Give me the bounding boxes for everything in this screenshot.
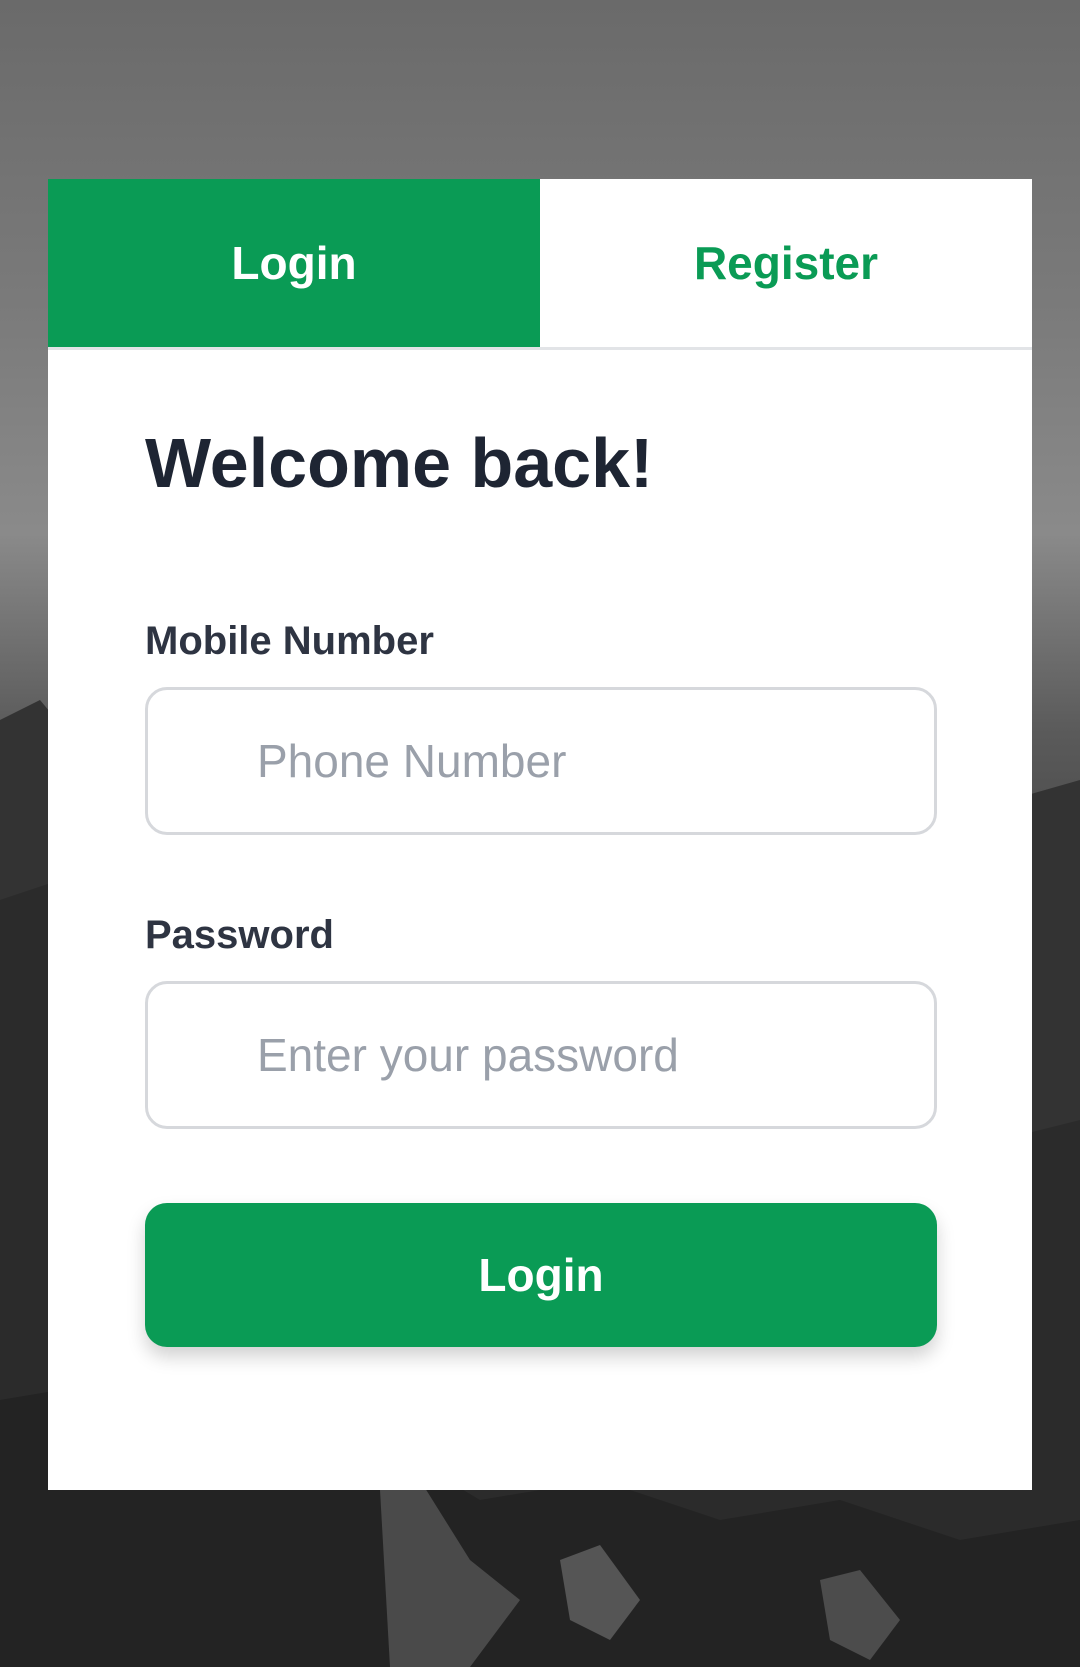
password-input[interactable] [257,1028,934,1082]
mobile-number-field-container [145,687,937,835]
auth-card: Login Register Welcome back! Mobile Numb… [48,179,1032,1490]
login-button[interactable]: Login [145,1203,937,1347]
password-label: Password [145,913,334,957]
mobile-number-input[interactable] [257,734,934,788]
mobile-number-label: Mobile Number [145,619,434,663]
tab-login[interactable]: Login [48,179,540,347]
tab-register[interactable]: Register [540,179,1032,347]
password-field-container [145,981,937,1129]
page-title: Welcome back! [145,424,654,502]
auth-tabs: Login Register [48,179,1032,350]
